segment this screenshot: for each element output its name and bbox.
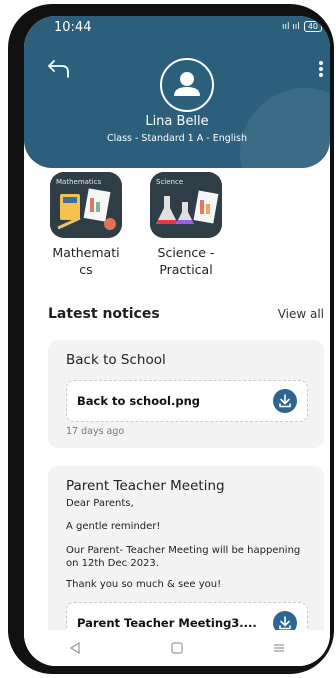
back-triangle-icon[interactable] — [68, 641, 82, 655]
subject-name-line: Mathemati — [52, 245, 120, 260]
notice-body-line: A gentle reminder! — [66, 521, 161, 532]
signal-icon: ııl ııl — [281, 21, 300, 32]
subject-name: Mathemati cs — [48, 244, 124, 278]
screen: 10:44 ııl ııl 40 Lina Belle Class - Stan… — [24, 16, 330, 666]
thumbnail-label: Science — [156, 178, 184, 186]
more-vertical-icon[interactable] — [316, 60, 326, 78]
notice-body-line: Dear Parents, — [66, 498, 134, 509]
status-time: 10:44 — [54, 20, 92, 35]
system-nav-bar — [24, 630, 330, 666]
science-thumbnail: Science — [150, 172, 222, 238]
notice-time: 17 days ago — [66, 426, 125, 437]
user-icon — [174, 72, 200, 96]
avatar[interactable] — [160, 58, 214, 112]
thumbnail-label: Mathematics — [56, 178, 102, 186]
phone-frame: 10:44 ııl ııl 40 Lina Belle Class - Stan… — [8, 4, 334, 674]
subject-name-line: Science - — [157, 245, 215, 260]
back-arrow-icon[interactable] — [46, 58, 72, 80]
subject-name: Science - Practical — [148, 244, 224, 278]
subject-name-line: Practical — [159, 262, 213, 277]
attachment[interactable]: Back to school.png — [66, 380, 308, 422]
view-all-link[interactable]: View all — [278, 307, 324, 321]
battery-icon: 40 — [303, 21, 322, 32]
notice-body-line: Thank you so much & see you! — [66, 579, 222, 590]
status-indicators: ııl ııl 40 — [282, 21, 322, 32]
notice-title: Parent Teacher Meeting — [66, 478, 225, 494]
attachment-name: Back to school.png — [77, 394, 201, 408]
attachment-name: Parent Teacher Meeting3.... — [77, 616, 257, 630]
subject-card-mathematics[interactable]: Mathematics Mathemati cs — [48, 172, 124, 278]
recents-icon[interactable] — [272, 641, 286, 655]
home-square-icon[interactable] — [170, 641, 184, 655]
section-title: Latest notices — [48, 306, 160, 322]
profile-header: 10:44 ııl ııl 40 Lina Belle Class - Stan… — [24, 16, 330, 168]
subject-list: Mathematics Mathemati cs Science Science… — [48, 172, 224, 278]
class-info: Class - Standard 1 A - English — [106, 133, 248, 144]
notice-card[interactable]: Back to School Back to school.png 17 day… — [48, 340, 324, 448]
student-name: Lina Belle — [145, 114, 209, 129]
subject-name-line: cs — [79, 262, 93, 277]
mathematics-thumbnail: Mathematics — [50, 172, 122, 238]
download-button[interactable] — [273, 389, 297, 413]
notice-title: Back to School — [66, 352, 166, 368]
download-icon — [279, 394, 291, 408]
subject-card-science[interactable]: Science Science - Practical — [148, 172, 224, 278]
notice-body-line: Our Parent- Teacher Meeting will be happ… — [66, 545, 301, 569]
